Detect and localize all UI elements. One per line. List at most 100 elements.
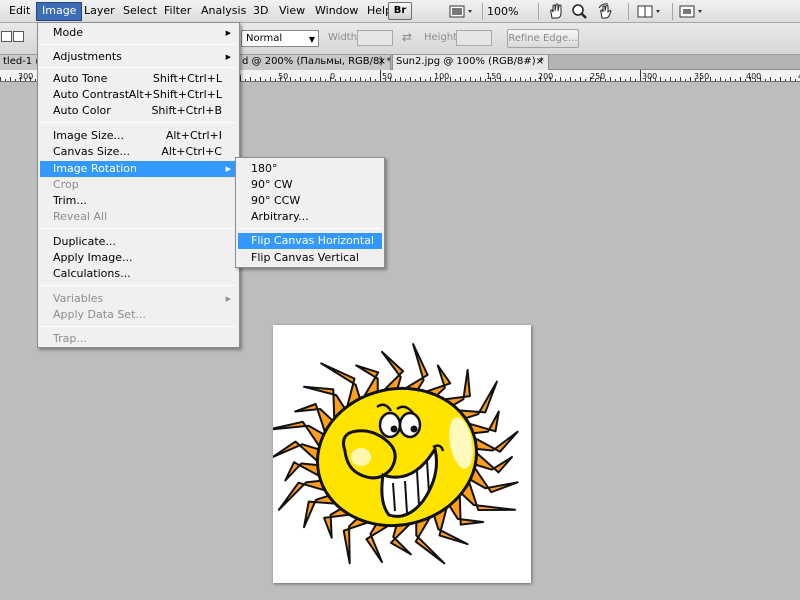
style-dropdown[interactable]: Normal ▼ bbox=[241, 30, 319, 47]
menu-item-auto-tone[interactable]: Auto Tone Shift+Ctrl+L bbox=[40, 71, 237, 87]
shortcut-label: Alt+Shift+Ctrl+L bbox=[128, 88, 222, 101]
hand-tool-button[interactable] bbox=[546, 2, 566, 21]
tab-label: Sun2.jpg @ 100% (RGB/8#) * bbox=[396, 56, 544, 67]
close-icon[interactable]: × bbox=[536, 55, 544, 69]
menu-window[interactable]: Window bbox=[310, 2, 363, 21]
arrange-documents-button[interactable] bbox=[634, 2, 666, 21]
bridge-button[interactable]: Br bbox=[388, 2, 412, 20]
menu-item-auto-contrast[interactable]: Auto Contrast Alt+Shift+Ctrl+L bbox=[40, 87, 237, 103]
menu-item-trim[interactable]: Trim... bbox=[40, 193, 237, 209]
swap-dimensions-icon[interactable]: ⇄ bbox=[402, 30, 412, 44]
document-canvas[interactable] bbox=[266, 325, 531, 583]
menu-item-duplicate[interactable]: Duplicate... bbox=[40, 234, 237, 250]
menu-separator bbox=[41, 67, 236, 68]
menu-select[interactable]: Select bbox=[118, 2, 162, 21]
view-extras-icon bbox=[449, 5, 472, 18]
screen-mode-icon bbox=[679, 5, 702, 18]
close-icon[interactable]: × bbox=[378, 55, 386, 69]
rotate-view-icon bbox=[598, 3, 612, 19]
magnifier-icon bbox=[572, 4, 587, 19]
menu-layer[interactable]: Layer bbox=[79, 2, 120, 21]
arrange-documents-icon bbox=[637, 5, 660, 18]
ruler-label: 350 bbox=[694, 72, 709, 81]
width-input[interactable] bbox=[357, 30, 393, 46]
height-input[interactable] bbox=[456, 30, 492, 46]
menu-item-label: Auto Contrast bbox=[53, 88, 130, 101]
submenu-arrow-icon: ▶ bbox=[225, 29, 231, 37]
menu-item-flip-canvas-vertical[interactable]: Flip Canvas Vertical bbox=[238, 250, 382, 266]
tab-palms[interactable]: d @ 200% (Пальмы, RGB/8) * × bbox=[239, 55, 391, 70]
menu-item-arbitrary[interactable]: Arbitrary... bbox=[238, 209, 382, 225]
pupil-right bbox=[410, 425, 418, 433]
ruler-label: 50 bbox=[382, 72, 392, 81]
menu-item-trap[interactable]: Trap... bbox=[40, 331, 237, 347]
menu-item-image-rotation[interactable]: Image Rotation ▶ bbox=[40, 161, 237, 177]
style-dropdown-value: Normal bbox=[246, 33, 283, 44]
ruler-label: 50 bbox=[278, 72, 288, 81]
menu-item-label: Duplicate... bbox=[53, 235, 116, 248]
height-label: Height: bbox=[424, 32, 461, 43]
menu-separator bbox=[41, 44, 236, 45]
menu-item-crop[interactable]: Crop bbox=[40, 177, 237, 193]
menu-item-mode[interactable]: Mode ▶ bbox=[40, 25, 237, 41]
ruler-label: 400 bbox=[746, 72, 761, 81]
rotate-view-tool-button[interactable] bbox=[595, 2, 617, 21]
menu-edit[interactable]: Edit bbox=[4, 2, 35, 21]
menu-item-label: Trim... bbox=[53, 194, 87, 207]
menu-3d[interactable]: 3D bbox=[248, 2, 273, 21]
menu-item-image-size[interactable]: Image Size... Alt+Ctrl+I bbox=[40, 128, 237, 144]
menu-item-rotate-90-ccw[interactable]: 90° CCW bbox=[238, 193, 382, 209]
tab-untitled[interactable]: tled-1 @ bbox=[0, 55, 38, 70]
menu-item-rotate-90-cw[interactable]: 90° CW bbox=[238, 177, 382, 193]
menu-item-label: Auto Tone bbox=[53, 72, 108, 85]
ruler-label: 0 bbox=[330, 72, 335, 81]
separator bbox=[628, 3, 629, 20]
zoom-tool-button[interactable] bbox=[570, 2, 590, 21]
selection-new-icon[interactable] bbox=[1, 31, 12, 42]
menu-item-flip-canvas-horizontal[interactable]: Flip Canvas Horizontal bbox=[238, 233, 382, 249]
menu-item-label: Image Rotation bbox=[53, 162, 137, 175]
ruler-label: 200 bbox=[538, 72, 553, 81]
menu-item-auto-color[interactable]: Auto Color Shift+Ctrl+B bbox=[40, 103, 237, 119]
separator bbox=[482, 3, 483, 20]
menu-item-label: Mode bbox=[53, 26, 83, 39]
menu-item-apply-image[interactable]: Apply Image... bbox=[40, 250, 237, 266]
menu-item-label: Calculations... bbox=[53, 267, 131, 280]
ruler-label: 300 bbox=[642, 72, 657, 81]
menu-image[interactable]: Image bbox=[36, 2, 83, 21]
ruler-label: 100 bbox=[434, 72, 449, 81]
menu-separator bbox=[41, 122, 236, 123]
menu-item-variables[interactable]: Variables ▶ bbox=[40, 291, 237, 307]
menu-item-apply-data-set[interactable]: Apply Data Set... bbox=[40, 307, 237, 323]
width-label: Width: bbox=[328, 32, 361, 43]
menu-filter[interactable]: Filter bbox=[159, 2, 196, 21]
menu-item-adjustments[interactable]: Adjustments ▶ bbox=[40, 49, 237, 65]
refine-edge-button[interactable]: Refine Edge... bbox=[507, 29, 579, 48]
zoom-level-dropdown[interactable]: 100% ▼ bbox=[486, 2, 532, 34]
menu-item-canvas-size[interactable]: Canvas Size... Alt+Ctrl+C bbox=[40, 144, 237, 160]
shortcut-label: Shift+Ctrl+B bbox=[151, 104, 222, 117]
menu-view[interactable]: View bbox=[274, 2, 310, 21]
sun-ray bbox=[271, 440, 322, 465]
tab-label: d @ 200% (Пальмы, RGB/8) * bbox=[242, 56, 391, 67]
menu-item-reveal-all[interactable]: Reveal All bbox=[40, 209, 237, 225]
view-extras-button[interactable] bbox=[447, 2, 475, 21]
ruler-label: 300 bbox=[18, 72, 33, 81]
tab-sun2[interactable]: Sun2.jpg @ 100% (RGB/8#) * × bbox=[392, 55, 549, 70]
separator bbox=[538, 3, 539, 20]
submenu-arrow-icon: ▶ bbox=[225, 165, 231, 173]
image-menu-dropdown: Mode ▶ Adjustments ▶ Auto Tone Shift+Ctr… bbox=[37, 22, 240, 348]
menu-bar: Edit Image Layer Select Filter Analysis … bbox=[0, 0, 800, 34]
chevron-down-icon: ▼ bbox=[308, 35, 315, 44]
menu-analysis[interactable]: Analysis bbox=[196, 2, 251, 21]
menu-item-calculations[interactable]: Calculations... bbox=[40, 266, 237, 282]
screen-mode-button[interactable] bbox=[676, 2, 708, 21]
menu-item-rotate-180[interactable]: 180° bbox=[238, 161, 382, 177]
menu-separator bbox=[41, 326, 236, 327]
selection-add-icon[interactable] bbox=[13, 31, 24, 42]
pupil-left bbox=[390, 425, 398, 433]
menu-item-label: Image Size... bbox=[53, 129, 125, 142]
sun-ray bbox=[472, 449, 513, 474]
zoom-level-value: 100% bbox=[487, 5, 519, 18]
menu-item-label: Reveal All bbox=[53, 210, 108, 223]
